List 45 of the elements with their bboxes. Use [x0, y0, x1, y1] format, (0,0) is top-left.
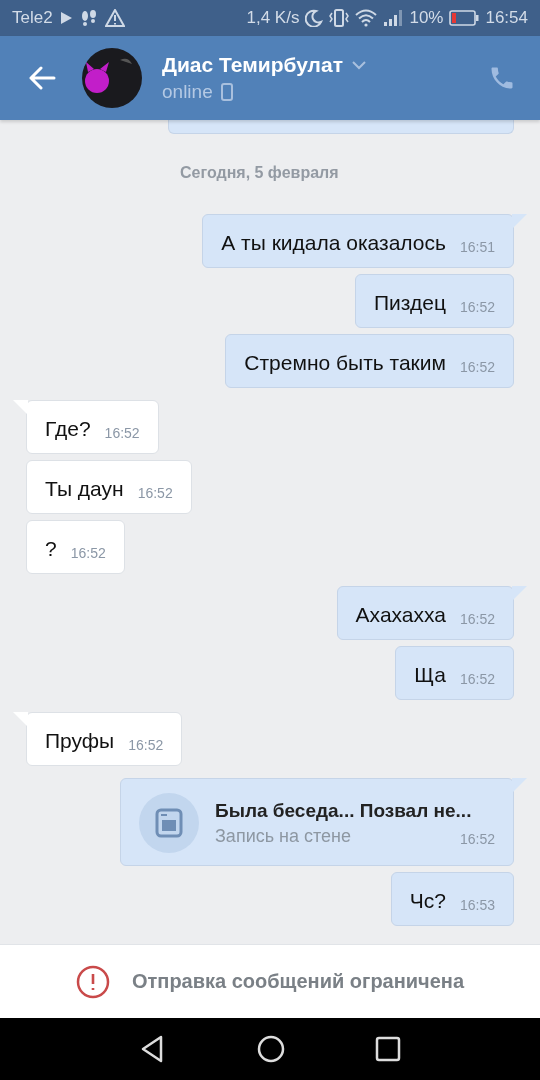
contact-name[interactable]: Диас Темирбулат [162, 53, 343, 77]
message-text: Ща [414, 663, 446, 687]
wifi-icon [355, 9, 378, 27]
message-time: 16:52 [137, 485, 173, 501]
notice-text: Отправка сообщений ограничена [131, 970, 465, 993]
date-separator: Сегодня, 5 февраля [180, 164, 339, 182]
message-time: 16:53 [459, 897, 495, 913]
phone-device-icon [220, 83, 233, 101]
message-text: Пруфы [45, 729, 115, 753]
message-text: Где? [45, 417, 91, 441]
battery-percent: 10% [409, 8, 444, 28]
message-text: Стремно быть таким [244, 351, 446, 375]
message-text: А ты кидала оказалось [221, 231, 446, 255]
message-time: 16:52 [128, 737, 164, 753]
message-text: Пиздец [374, 291, 446, 315]
recents-icon[interactable] [375, 1036, 401, 1062]
carrier-name: Tele2 [12, 8, 53, 28]
message-time: 16:52 [459, 611, 495, 627]
warning-icon [75, 964, 110, 999]
clock: 16:54 [485, 8, 528, 28]
post-title: Была беседа... Позвал не... [215, 799, 473, 822]
message-text: Ахахахха [355, 603, 446, 627]
play-icon [58, 11, 73, 25]
message-text: ? [45, 537, 57, 561]
message-time: 16:52 [459, 299, 495, 315]
back-arrow-icon[interactable] [28, 66, 56, 90]
home-icon[interactable] [257, 1035, 285, 1063]
online-status: online [162, 81, 213, 103]
message-text: Чс? [409, 889, 446, 913]
message-time: 16:51 [459, 239, 495, 255]
message-time: 16:52 [104, 425, 140, 441]
signal-icon [383, 9, 404, 27]
message-time: 16:52 [70, 545, 106, 561]
message-time: 16:52 [459, 359, 495, 375]
post-label: Запись на стене [215, 825, 352, 847]
network-speed: 1,4 K/s [246, 8, 300, 28]
warning-icon [104, 9, 125, 27]
message-time: 16:52 [459, 671, 495, 687]
avatar[interactable] [82, 48, 142, 108]
message-text: Ты даун [45, 477, 124, 501]
battery-icon [449, 10, 480, 26]
moon-icon [305, 9, 324, 27]
vibrate-icon [329, 9, 350, 27]
message-time: 16:52 [459, 830, 495, 847]
post-icon [139, 793, 199, 853]
